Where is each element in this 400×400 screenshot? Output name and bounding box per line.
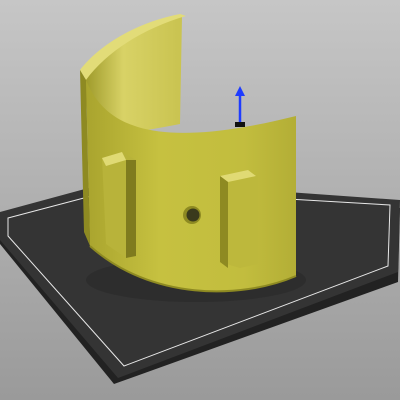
scene-canvas[interactable] bbox=[0, 0, 400, 400]
left-rib bbox=[102, 152, 136, 258]
right-rib bbox=[220, 170, 258, 268]
3d-viewport[interactable] bbox=[0, 0, 400, 400]
gizmo-pivot-icon bbox=[235, 122, 245, 127]
screw-hole bbox=[183, 206, 201, 224]
